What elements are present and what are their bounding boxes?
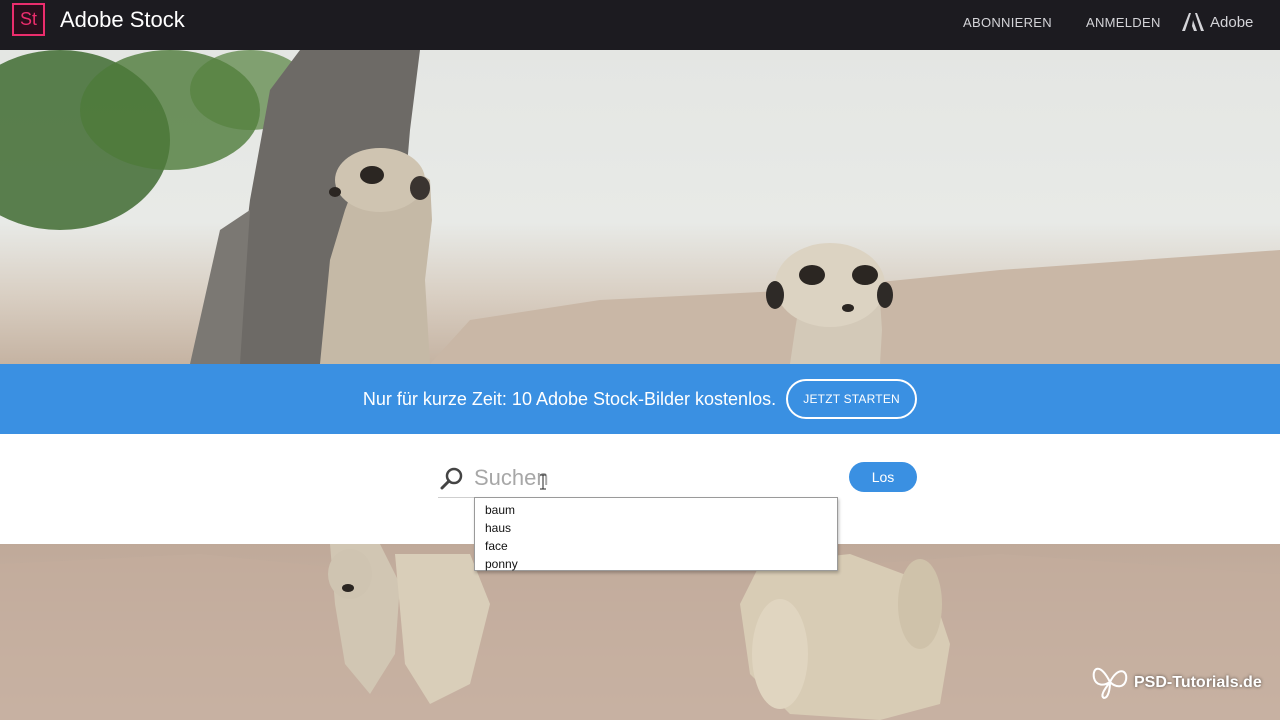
adobe-label: Adobe: [1210, 13, 1254, 31]
suggestion-item[interactable]: ponny: [475, 555, 837, 573]
watermark: PSD-Tutorials.de: [1090, 660, 1262, 705]
promo-banner: Nur für kurze Zeit: 10 Adobe Stock-Bilde…: [0, 364, 1280, 434]
search-input[interactable]: [472, 460, 836, 496]
meerkat-photo-top: [0, 50, 1280, 364]
text-cursor-icon: [540, 474, 546, 490]
subscribe-link[interactable]: ABONNIEREN: [963, 15, 1052, 30]
suggestion-item[interactable]: face: [475, 537, 837, 555]
search-icon: [440, 467, 464, 496]
adobe-link[interactable]: Adobe: [1182, 13, 1253, 31]
suggestion-item[interactable]: haus: [475, 519, 837, 537]
site-title[interactable]: Adobe Stock: [60, 7, 185, 33]
logo-text: St: [19, 9, 37, 29]
search-go-button[interactable]: Los: [849, 462, 917, 492]
start-now-button[interactable]: JETZT STARTEN: [786, 379, 918, 419]
hero-image: [0, 50, 1280, 364]
search-suggestions: baum haus face ponny: [474, 497, 838, 571]
watermark-text: PSD-Tutorials.de: [1134, 673, 1262, 691]
top-bar: St Adobe Stock ABONNIEREN ANMELDEN Adobe: [0, 0, 1280, 50]
login-link[interactable]: ANMELDEN: [1086, 15, 1161, 30]
butterfly-icon: [1090, 660, 1130, 705]
promo-text: Nur für kurze Zeit: 10 Adobe Stock-Bilde…: [362, 388, 777, 409]
adobe-icon: [1182, 13, 1204, 31]
suggestion-item[interactable]: baum: [475, 501, 837, 519]
adobe-stock-logo[interactable]: St: [12, 3, 45, 36]
